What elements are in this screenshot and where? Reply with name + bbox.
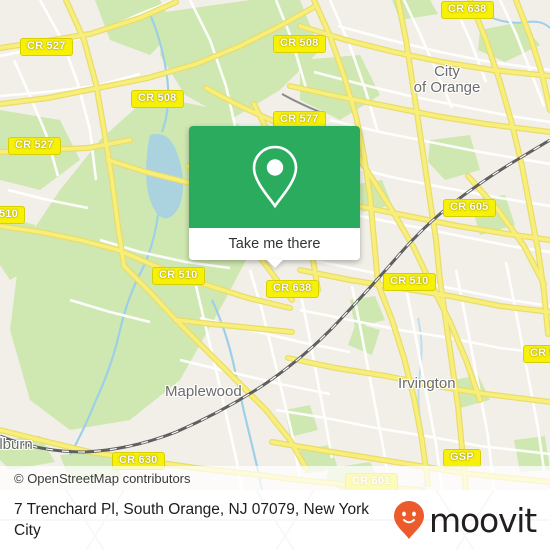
moovit-smiley-pin-icon <box>394 501 425 539</box>
take-me-there-label: Take me there <box>228 236 321 252</box>
take-me-there-button[interactable]: Take me there <box>189 228 360 268</box>
popup-pin-panel <box>189 126 360 228</box>
moovit-logo: moovit <box>393 500 537 540</box>
road-shield-cr605: CR 605 <box>443 199 496 217</box>
road-shield-510-clipped: 510 <box>0 206 25 224</box>
road-shield-cr510-east: CR 510 <box>383 273 436 291</box>
bottom-info-bar: 7 Trenchard Pl, South Orange, NJ 07079, … <box>0 490 550 550</box>
map-canvas[interactable]: Cityof Orange Maplewood Irvington llburn… <box>0 0 550 490</box>
moovit-map-screenshot: Cityof Orange Maplewood Irvington llburn… <box>0 0 550 550</box>
road-shield-cr638-north: CR 638 <box>441 1 494 19</box>
road-shield-cr527-south: CR 527 <box>8 137 61 155</box>
road-shield-cr510-west: CR 510 <box>152 267 205 285</box>
address-label: 7 Trenchard Pl, South Orange, NJ 07079, … <box>14 501 369 539</box>
road-shield-cr638-south: CR 638 <box>266 280 319 298</box>
map-pin-icon <box>252 145 297 209</box>
map-attribution: © OpenStreetMap contributors <box>0 466 550 490</box>
road-shield-cr527-north: CR 527 <box>20 38 73 56</box>
moovit-wordmark: moovit <box>429 500 537 540</box>
road-shield-cr508-east: CR 508 <box>273 35 326 53</box>
road-shield-cr508-west: CR 508 <box>131 90 184 108</box>
attribution-text: © OpenStreetMap contributors <box>14 470 191 486</box>
road-shield-cr5-clipped: CR 5 <box>523 345 550 363</box>
popup-pointer-tail <box>265 259 284 268</box>
location-popup-card[interactable]: Take me there <box>189 126 360 268</box>
road-shield-gsp: GSP <box>443 449 481 467</box>
